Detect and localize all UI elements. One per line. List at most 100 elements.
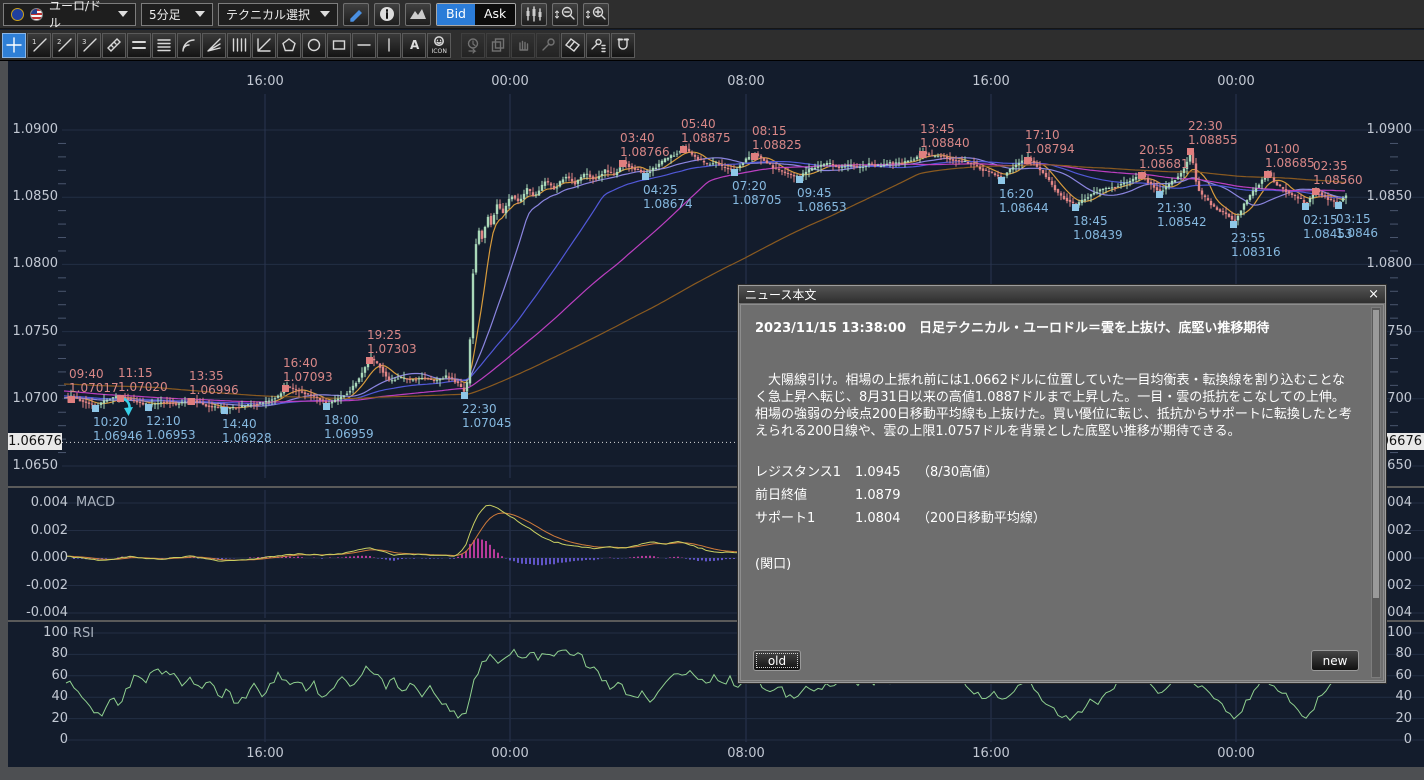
chart-style-button[interactable] [521,3,547,26]
low-annotation: 23:551.08316 [1231,231,1281,259]
high-annotation: 02:351.08560 [1313,159,1363,187]
rsi-axis-label: 0 [22,732,68,747]
magnet-tool[interactable] [611,33,635,58]
close-icon[interactable]: × [1368,288,1379,301]
time-axis-label-bottom: 08:00 [716,746,776,761]
macd-panel-label: MACD [76,495,115,510]
price-axis-label: 1.0800 [1366,256,1412,271]
zoom-out-button[interactable] [552,3,578,26]
adjust-tool[interactable] [536,33,560,58]
news-popup-titlebar[interactable]: ニュース本文 × [739,286,1385,303]
news-author: (関口) [755,553,1353,572]
icon-stamp-tool[interactable]: ICON [427,33,451,58]
level-row: レジスタンス11.0945（8/30高値） [755,461,1353,484]
low-annotation: 21:301.08542 [1157,201,1207,229]
info-button[interactable] [374,3,400,26]
high-marker [1024,157,1031,164]
current-price-label-left: 1.06676 [8,433,62,450]
smiley-icon: ICON [429,35,449,55]
high-marker [366,357,373,364]
multi-horizontal-lines-tool[interactable] [152,33,176,58]
draw-mode-button[interactable] [343,3,369,26]
news-popup: ニュース本文 × 2023/11/15 13:38:00 日足テクニカル・ユーロ… [738,285,1386,683]
low-marker [998,177,1005,184]
old-button[interactable]: old [753,650,801,671]
copy-tool[interactable] [486,33,510,58]
high-annotation: 11:151.07020 [118,366,168,394]
vertical-lines-tool[interactable] [227,33,251,58]
macd-axis-label: -0.004 [12,605,68,620]
mountain-icon [408,5,428,23]
time-axis-label-bottom: 16:00 [961,746,1021,761]
multi-lines-icon [155,36,173,54]
macd-axis-label: 0.002 [12,523,68,538]
news-body-text: 大陽線引け。相場の上振れ前には1.0662ドルに位置していた一目均衡表・転換線を… [755,372,1353,440]
high-annotation: 13:351.06996 [189,369,239,397]
rsi-panel-label: RSI [73,626,94,641]
ask-button[interactable]: Ask [475,4,515,25]
rsi-axis-label: 80 [22,646,68,661]
eraser-tool[interactable] [561,33,585,58]
high-marker [619,160,626,167]
crosshair-tool[interactable] [2,33,26,58]
price-axis-label: 1.0750 [12,324,58,339]
fibonacci-arc-tool[interactable] [177,33,201,58]
rectangle-icon [330,36,348,54]
rectangle-tool[interactable] [327,33,351,58]
rsi-axis-label: 60 [22,668,68,683]
trendline1-icon: 1 [30,36,48,54]
news-popup-body: 2023/11/15 13:38:00 日足テクニカル・ユーロドル＝雲を上抜け、… [740,304,1384,681]
pentagon-tool[interactable] [277,33,301,58]
circle-tool[interactable] [302,33,326,58]
horizontal-line-tool[interactable] [352,33,376,58]
bid-button[interactable]: Bid [437,4,475,25]
chevron-down-icon [195,11,205,17]
level-row: サポート11.0804（200日移動平均線） [755,507,1353,530]
currency-pair-selector[interactable]: ユーロ/ドル [3,3,136,26]
area-chart-button[interactable] [405,3,431,26]
technical-indicator-selector[interactable]: テクニカル選択 [218,3,338,26]
ruler-icon [105,36,123,54]
horizontal-line-icon [355,36,373,54]
vertical-line-tool[interactable] [377,33,401,58]
fibonacci-arc-icon [180,36,198,54]
macd-axis-label: 0.000 [12,550,68,565]
low-marker [1156,191,1163,198]
time-axis-label-bottom: 16:00 [235,746,295,761]
high-annotation: 20:551.08681 [1139,143,1189,171]
pan-tool[interactable] [511,33,535,58]
undo-history-tool[interactable] [461,33,485,58]
high-annotation: 17:101.08794 [1025,128,1075,156]
window-edge [0,767,1424,780]
popup-scrollbar-thumb[interactable] [1373,310,1379,598]
low-annotation: 18:001.06959 [324,413,374,441]
fan-lines-tool[interactable] [202,33,226,58]
zoom-in-button[interactable] [583,3,609,26]
low-marker [1072,204,1079,211]
popup-scrollbar[interactable] [1371,307,1381,678]
gann-fan-icon [255,36,273,54]
parallel-lines-tool[interactable] [127,33,151,58]
settings-wrench-icon [589,36,607,54]
gann-fan-tool[interactable] [252,33,276,58]
text-tool[interactable]: A [402,33,426,58]
eu-flag-icon [11,8,24,21]
settings-tool[interactable] [586,33,610,58]
timeframe-selector[interactable]: 5分足 [141,3,213,26]
trendline3-tool[interactable]: 3 [77,33,101,58]
magnet-icon [614,36,632,54]
candlestick-icon [524,5,544,23]
high-annotation: 03:401.08766 [620,131,670,159]
high-marker [680,146,687,153]
trendline3-icon: 3 [80,36,98,54]
ruler-tool[interactable] [102,33,126,58]
trendline2-tool[interactable]: 2 [52,33,76,58]
high-marker [1312,188,1319,195]
low-annotation: 09:451.08653 [797,186,847,214]
low-annotation: 03:151.0846 [1336,212,1378,240]
high-annotation: 01:001.08685 [1265,142,1315,170]
new-button[interactable]: new [1311,650,1359,671]
price-axis-label: 1.0800 [12,256,58,271]
high-annotation: 22:301.08855 [1188,119,1238,147]
trendline1-tool[interactable]: 1 [27,33,51,58]
